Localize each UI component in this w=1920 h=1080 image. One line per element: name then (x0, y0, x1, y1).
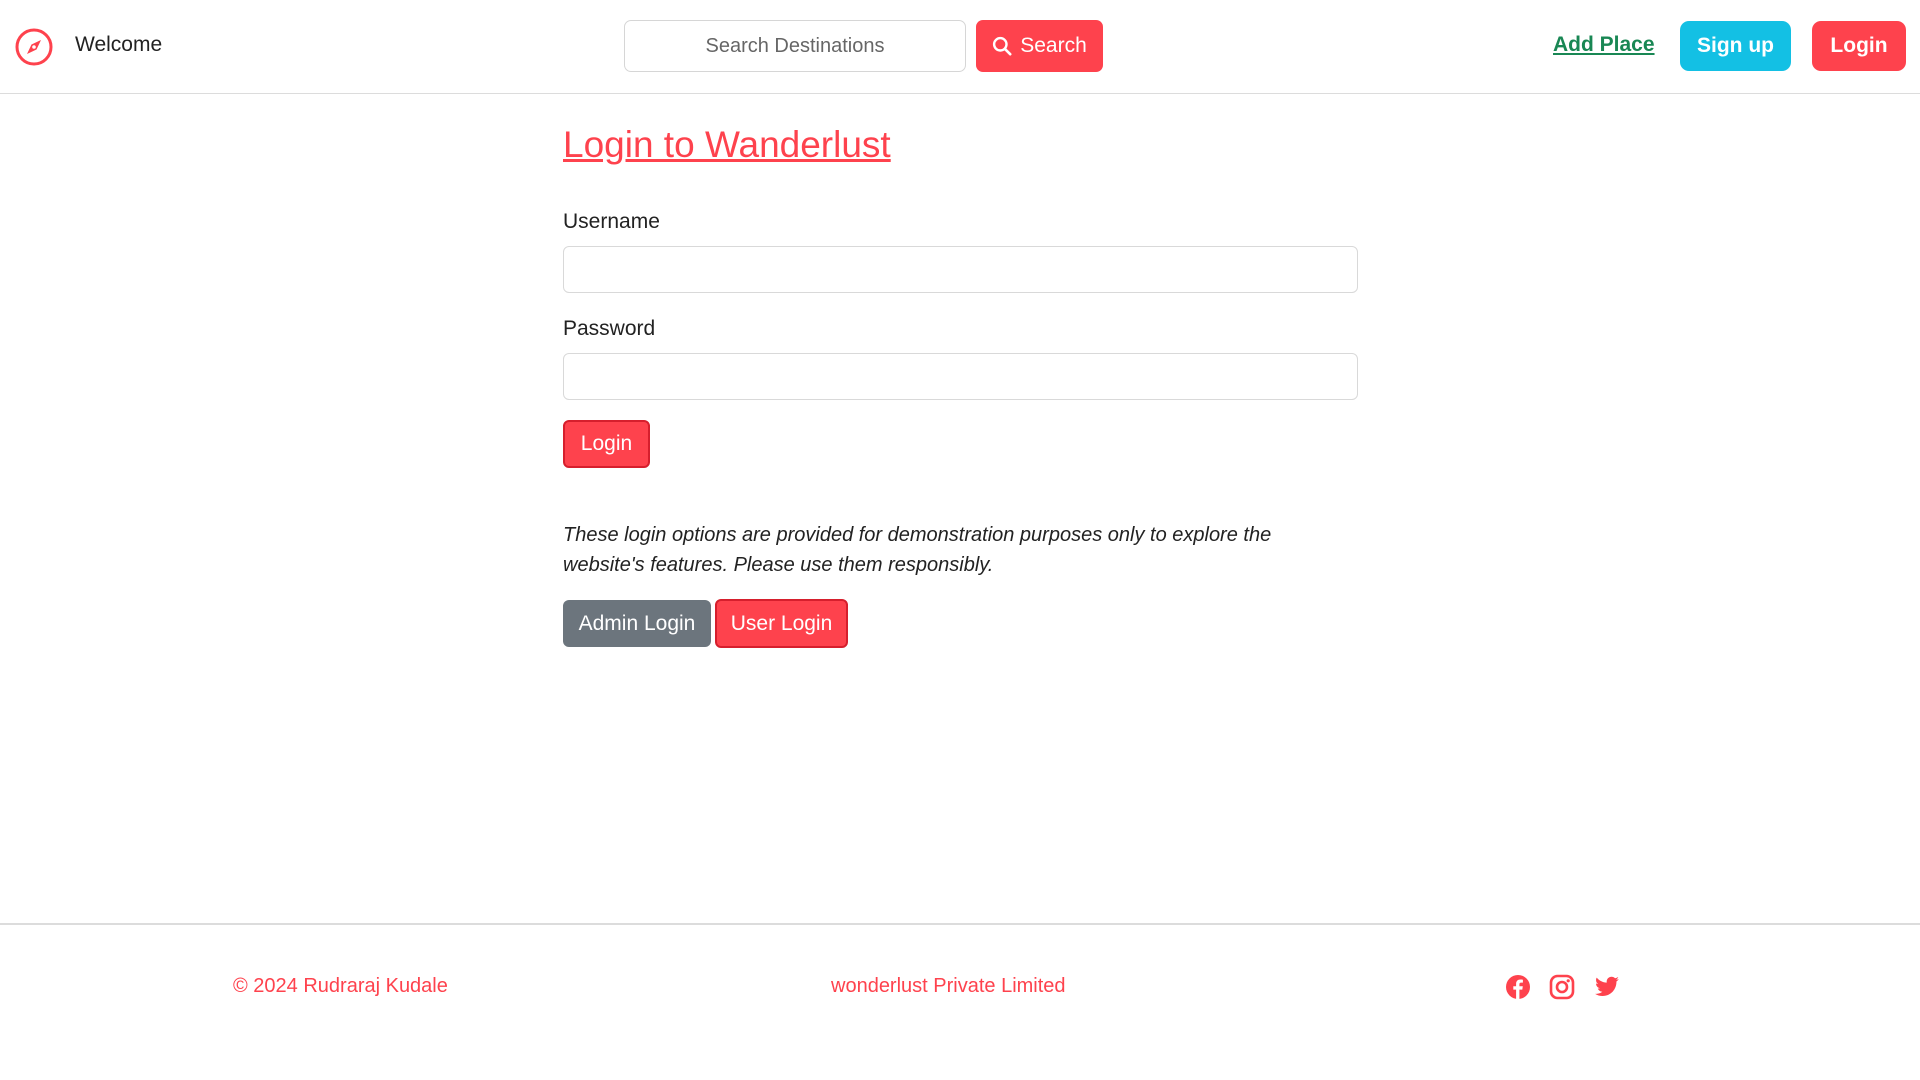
facebook-icon[interactable] (1505, 974, 1531, 1000)
search-button-label: Search (1020, 34, 1087, 57)
admin-login-button[interactable]: Admin Login (563, 600, 711, 647)
footer: © 2024 Rudraraj Kudale wonderlust Privat… (0, 923, 1920, 1080)
page-title[interactable]: Login to Wanderlust (563, 124, 891, 166)
footer-copyright: © 2024 Rudraraj Kudale (233, 975, 448, 997)
search-button[interactable]: Search (976, 20, 1103, 72)
add-place-link[interactable]: Add Place (1553, 33, 1655, 57)
compass-icon[interactable] (14, 27, 54, 67)
footer-company: wonderlust Private Limited (831, 975, 1066, 997)
signup-button[interactable]: Sign up (1680, 21, 1791, 71)
password-label: Password (563, 317, 656, 340)
navbar: Welcome Search Add Place Sign up Login (0, 0, 1920, 94)
username-label: Username (563, 210, 660, 233)
login-nav-button[interactable]: Login (1812, 21, 1906, 71)
password-input[interactable] (563, 353, 1358, 400)
search-input[interactable] (624, 20, 966, 72)
username-input[interactable] (563, 246, 1358, 293)
brand-welcome-link[interactable]: Welcome (75, 33, 162, 57)
search-icon (992, 36, 1012, 56)
user-login-button[interactable]: User Login (715, 599, 848, 648)
login-submit-button[interactable]: Login (563, 420, 650, 468)
demo-note: These login options are provided for dem… (563, 524, 1272, 576)
instagram-icon[interactable] (1549, 974, 1575, 1000)
twitter-icon[interactable] (1594, 974, 1620, 1000)
